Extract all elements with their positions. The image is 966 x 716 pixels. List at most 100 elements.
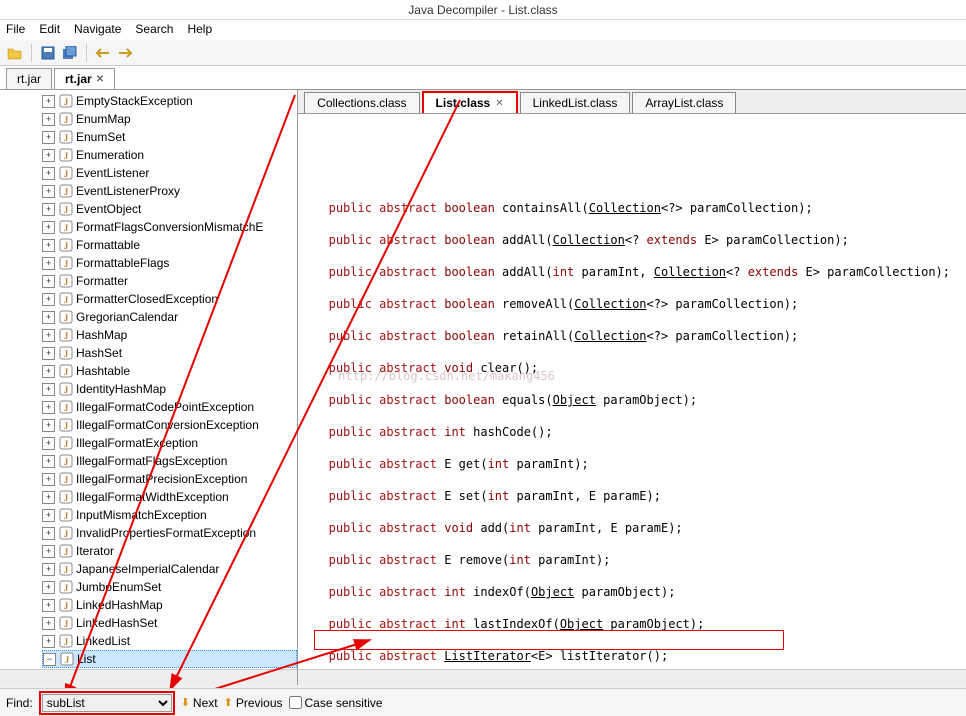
- tree-expander-icon[interactable]: +: [42, 617, 55, 630]
- tree-item[interactable]: +JIllegalFormatException: [42, 434, 297, 452]
- tree-item-label: IllegalFormatException: [76, 436, 198, 450]
- tree-item[interactable]: +JFormatFlagsConversionMismatchE: [42, 218, 297, 236]
- tree-hscroll[interactable]: [0, 669, 297, 685]
- editor-tab[interactable]: LinkedList.class: [520, 92, 631, 113]
- tree-expander-icon[interactable]: +: [42, 95, 55, 108]
- find-input[interactable]: subList: [42, 694, 172, 712]
- tree-item[interactable]: +JEventObject: [42, 200, 297, 218]
- menu-help[interactable]: Help: [187, 22, 212, 38]
- tree-expander-icon[interactable]: +: [42, 149, 55, 162]
- tree-item[interactable]: +JIterator: [42, 542, 297, 560]
- code-line: public abstract int lastIndexOf(Object p…: [314, 616, 950, 632]
- tree-item[interactable]: +JGregorianCalendar: [42, 308, 297, 326]
- tree-item[interactable]: +JInputMismatchException: [42, 506, 297, 524]
- save-icon[interactable]: [39, 44, 57, 62]
- tree-item[interactable]: +JHashSet: [42, 344, 297, 362]
- tree-item[interactable]: +JIllegalFormatFlagsException: [42, 452, 297, 470]
- tree-expander-icon[interactable]: +: [42, 581, 55, 594]
- tree-item[interactable]: +JFormatter: [42, 272, 297, 290]
- tree-expander-icon[interactable]: +: [42, 185, 55, 198]
- tree-item[interactable]: +JFormattable: [42, 236, 297, 254]
- close-icon[interactable]: ✕: [495, 98, 503, 109]
- tree-expander-icon[interactable]: +: [42, 365, 55, 378]
- tree-expander-icon[interactable]: +: [42, 131, 55, 144]
- package-tree[interactable]: +JEmptyStackException+JEnumMap+JEnumSet+…: [0, 90, 297, 685]
- editor-tab[interactable]: List.class✕: [422, 91, 518, 113]
- tree-expander-icon[interactable]: +: [42, 635, 55, 648]
- tree-expander-icon[interactable]: +: [42, 239, 55, 252]
- jar-tab[interactable]: rt.jar✕: [54, 68, 115, 89]
- open-file-icon[interactable]: [6, 44, 24, 62]
- package-tree-panel: +JEmptyStackException+JEnumMap+JEnumSet+…: [0, 90, 298, 685]
- tree-expander-icon[interactable]: +: [42, 509, 55, 522]
- tree-item[interactable]: +JIllegalFormatConversionException: [42, 416, 297, 434]
- tree-expander-icon[interactable]: +: [42, 545, 55, 558]
- svg-text:J: J: [64, 331, 69, 341]
- tree-item[interactable]: −JList: [42, 650, 297, 668]
- find-next-button[interactable]: ⬇ Next: [181, 696, 218, 710]
- tree-item[interactable]: +JIllegalFormatPrecisionException: [42, 470, 297, 488]
- tree-item[interactable]: +JIllegalFormatWidthException: [42, 488, 297, 506]
- menu-edit[interactable]: Edit: [39, 22, 60, 38]
- editor-tab[interactable]: ArrayList.class: [632, 92, 736, 113]
- back-icon[interactable]: [94, 44, 112, 62]
- editor-tab[interactable]: Collections.class: [304, 92, 419, 113]
- tree-expander-icon[interactable]: +: [42, 329, 55, 342]
- tree-expander-icon[interactable]: +: [42, 419, 55, 432]
- tree-item[interactable]: +JJapaneseImperialCalendar: [42, 560, 297, 578]
- case-sensitive-checkbox[interactable]: Case sensitive: [289, 696, 383, 710]
- tree-expander-icon[interactable]: +: [42, 293, 55, 306]
- tree-item[interactable]: +JEnumSet: [42, 128, 297, 146]
- tree-expander-icon[interactable]: −: [43, 653, 56, 666]
- tree-item[interactable]: +JLinkedHashMap: [42, 596, 297, 614]
- save-all-icon[interactable]: [61, 44, 79, 62]
- tree-item[interactable]: +JIllegalFormatCodePointException: [42, 398, 297, 416]
- jar-tab[interactable]: rt.jar: [6, 68, 52, 89]
- tree-item[interactable]: +JJumboEnumSet: [42, 578, 297, 596]
- tree-item[interactable]: +JHashtable: [42, 362, 297, 380]
- tree-item[interactable]: +JIdentityHashMap: [42, 380, 297, 398]
- tree-expander-icon[interactable]: +: [42, 203, 55, 216]
- tree-expander-icon[interactable]: +: [42, 221, 55, 234]
- tree-item[interactable]: +JInvalidPropertiesFormatException: [42, 524, 297, 542]
- editor-hscroll[interactable]: [298, 669, 966, 685]
- tree-item[interactable]: +JEventListener: [42, 164, 297, 182]
- tree-expander-icon[interactable]: +: [42, 401, 55, 414]
- tree-expander-icon[interactable]: +: [42, 311, 55, 324]
- tree-item[interactable]: +JEnumMap: [42, 110, 297, 128]
- tree-item[interactable]: +JLinkedList: [42, 632, 297, 650]
- tree-expander-icon[interactable]: +: [42, 113, 55, 126]
- tree-expander-icon[interactable]: +: [42, 473, 55, 486]
- tree-item[interactable]: +JLinkedHashSet: [42, 614, 297, 632]
- tree-item[interactable]: +JFormatterClosedException: [42, 290, 297, 308]
- forward-icon[interactable]: [116, 44, 134, 62]
- java-file-icon: J: [59, 328, 73, 342]
- tree-item[interactable]: +JHashMap: [42, 326, 297, 344]
- find-previous-button[interactable]: ⬆ Previous: [224, 696, 283, 710]
- code-editor[interactable]: http://blog.csdn.net/makang456 public ab…: [298, 114, 966, 685]
- menu-file[interactable]: File: [6, 22, 25, 38]
- tree-expander-icon[interactable]: +: [42, 275, 55, 288]
- find-next-label: Next: [193, 696, 218, 710]
- java-file-icon: J: [59, 202, 73, 216]
- case-sensitive-input[interactable]: [289, 696, 302, 709]
- tree-expander-icon[interactable]: +: [42, 455, 55, 468]
- tree-expander-icon[interactable]: +: [42, 347, 55, 360]
- tree-expander-icon[interactable]: +: [42, 257, 55, 270]
- tree-item[interactable]: +JEventListenerProxy: [42, 182, 297, 200]
- tree-item[interactable]: +JFormattableFlags: [42, 254, 297, 272]
- tree-expander-icon[interactable]: +: [42, 383, 55, 396]
- menu-navigate[interactable]: Navigate: [74, 22, 121, 38]
- close-icon[interactable]: ✕: [96, 74, 104, 85]
- tree-expander-icon[interactable]: +: [42, 599, 55, 612]
- tree-expander-icon[interactable]: +: [42, 437, 55, 450]
- tree-expander-icon[interactable]: +: [42, 167, 55, 180]
- tree-expander-icon[interactable]: +: [42, 563, 55, 576]
- find-label: Find:: [6, 696, 33, 710]
- menu-search[interactable]: Search: [135, 22, 173, 38]
- tree-item[interactable]: +JEmptyStackException: [42, 92, 297, 110]
- tree-item[interactable]: +JEnumeration: [42, 146, 297, 164]
- tree-expander-icon[interactable]: +: [42, 491, 55, 504]
- tree-expander-icon[interactable]: +: [42, 527, 55, 540]
- find-bar: Find: subList ⬇ Next ⬆ Previous Case sen…: [0, 688, 966, 716]
